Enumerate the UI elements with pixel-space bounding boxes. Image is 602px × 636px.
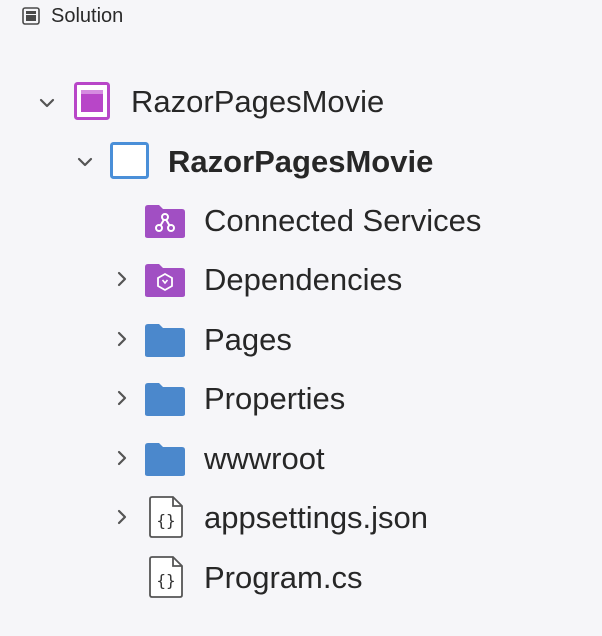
tree-row-properties[interactable]: Properties	[0, 371, 602, 427]
tree-row-dependencies[interactable]: Dependencies	[0, 252, 602, 308]
project-label: RazorPagesMovie	[168, 144, 434, 179]
chevron-down-icon[interactable]	[75, 152, 95, 172]
chevron-right-icon[interactable]	[112, 329, 132, 349]
pad-title: Solution	[51, 5, 124, 27]
tree-item-label: wwwroot	[204, 441, 325, 476]
connected-services-icon	[145, 205, 185, 238]
tree-row-solution[interactable]: RazorPagesMovie	[0, 75, 602, 131]
tree-row-appsettings[interactable]: {} appsettings.json	[0, 490, 602, 546]
svg-text:{}: {}	[156, 511, 175, 530]
svg-text:{}: {}	[156, 571, 175, 590]
folder-icon	[145, 383, 185, 416]
tree-item-label: Connected Services	[204, 203, 482, 238]
tree-row-program-cs[interactable]: {} Program.cs	[0, 550, 602, 606]
chevron-right-icon[interactable]	[112, 507, 132, 527]
solution-label: RazorPagesMovie	[131, 84, 385, 119]
folder-icon	[145, 324, 185, 357]
project-icon	[110, 142, 149, 179]
chevron-right-icon[interactable]	[112, 448, 132, 468]
tree-item-label: Properties	[204, 381, 346, 416]
tree-row-pages[interactable]: Pages	[0, 312, 602, 368]
tree-item-label: Dependencies	[204, 262, 403, 297]
tree-item-label: Pages	[204, 322, 292, 357]
cs-file-icon: {}	[149, 556, 183, 598]
tree-row-project[interactable]: RazorPagesMovie	[0, 134, 602, 190]
tree-row-wwwroot[interactable]: wwwroot	[0, 431, 602, 487]
solution-panel-icon	[22, 7, 40, 25]
tree-item-label: Program.cs	[204, 560, 363, 595]
tree-row-connected-services[interactable]: Connected Services	[0, 193, 602, 249]
chevron-right-icon[interactable]	[112, 269, 132, 289]
tree-item-label: appsettings.json	[204, 500, 429, 535]
folder-icon	[145, 443, 185, 476]
solution-icon	[74, 82, 110, 120]
chevron-down-icon[interactable]	[37, 93, 57, 113]
dependencies-icon	[145, 264, 185, 297]
chevron-right-icon[interactable]	[112, 388, 132, 408]
json-file-icon: {}	[149, 496, 183, 538]
solution-pad-header: Solution	[0, 0, 602, 36]
